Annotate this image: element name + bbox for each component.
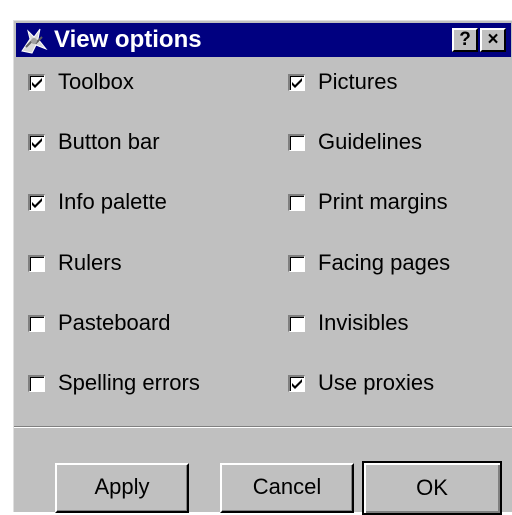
option-print-margins[interactable]: Print margins [288, 188, 498, 216]
option-guidelines[interactable]: Guidelines [288, 128, 498, 156]
facing-pages-checkbox[interactable] [288, 255, 305, 272]
help-button[interactable]: ? [452, 28, 478, 52]
option-use-proxies[interactable]: Use proxies [288, 369, 498, 397]
toolbox-checkbox[interactable] [28, 74, 45, 91]
app-icon [20, 27, 48, 55]
spelling-errors-checkbox[interactable] [28, 375, 45, 392]
option-pasteboard[interactable]: Pasteboard [28, 309, 228, 337]
option-spelling-errors[interactable]: Spelling errors [28, 369, 248, 397]
option-label: Button bar [58, 129, 160, 154]
guidelines-checkbox[interactable] [288, 134, 305, 151]
cancel-button[interactable]: Cancel [220, 463, 354, 513]
ok-button[interactable]: OK [362, 461, 502, 515]
close-icon: × [487, 29, 499, 50]
option-facing-pages[interactable]: Facing pages [288, 249, 498, 277]
apply-button[interactable]: Apply [55, 463, 189, 513]
option-label: Print margins [318, 189, 448, 214]
option-label: Rulers [58, 250, 122, 275]
help-icon: ? [459, 29, 471, 50]
title-bar[interactable]: View options ? × [16, 23, 511, 57]
option-label: Invisibles [318, 310, 409, 335]
option-label: Guidelines [318, 129, 422, 154]
option-invisibles[interactable]: Invisibles [288, 309, 498, 337]
option-label: Pictures [318, 69, 398, 94]
option-label: Info palette [58, 189, 167, 214]
option-rulers[interactable]: Rulers [28, 249, 228, 277]
use-proxies-checkbox[interactable] [288, 375, 305, 392]
button-bar-checkbox[interactable] [28, 134, 45, 151]
option-label: Toolbox [58, 69, 134, 94]
invisibles-checkbox[interactable] [288, 315, 305, 332]
window-title: View options [54, 26, 202, 53]
view-options-dialog: View options ? × Toolbox Button bar Info… [13, 20, 512, 515]
info-palette-checkbox[interactable] [28, 194, 45, 211]
option-toolbox[interactable]: Toolbox [28, 68, 228, 96]
option-info-palette[interactable]: Info palette [28, 188, 228, 216]
pictures-checkbox[interactable] [288, 74, 305, 91]
option-label: Use proxies [318, 370, 435, 395]
option-button-bar[interactable]: Button bar [28, 128, 228, 156]
pasteboard-checkbox[interactable] [28, 315, 45, 332]
option-label: Spelling errors [58, 370, 200, 395]
option-label: Pasteboard [58, 310, 171, 335]
option-label: Facing pages [318, 250, 451, 275]
close-button[interactable]: × [480, 28, 506, 52]
print-margins-checkbox[interactable] [288, 194, 305, 211]
rulers-checkbox[interactable] [28, 255, 45, 272]
option-pictures[interactable]: Pictures [288, 68, 498, 96]
separator [14, 426, 512, 428]
